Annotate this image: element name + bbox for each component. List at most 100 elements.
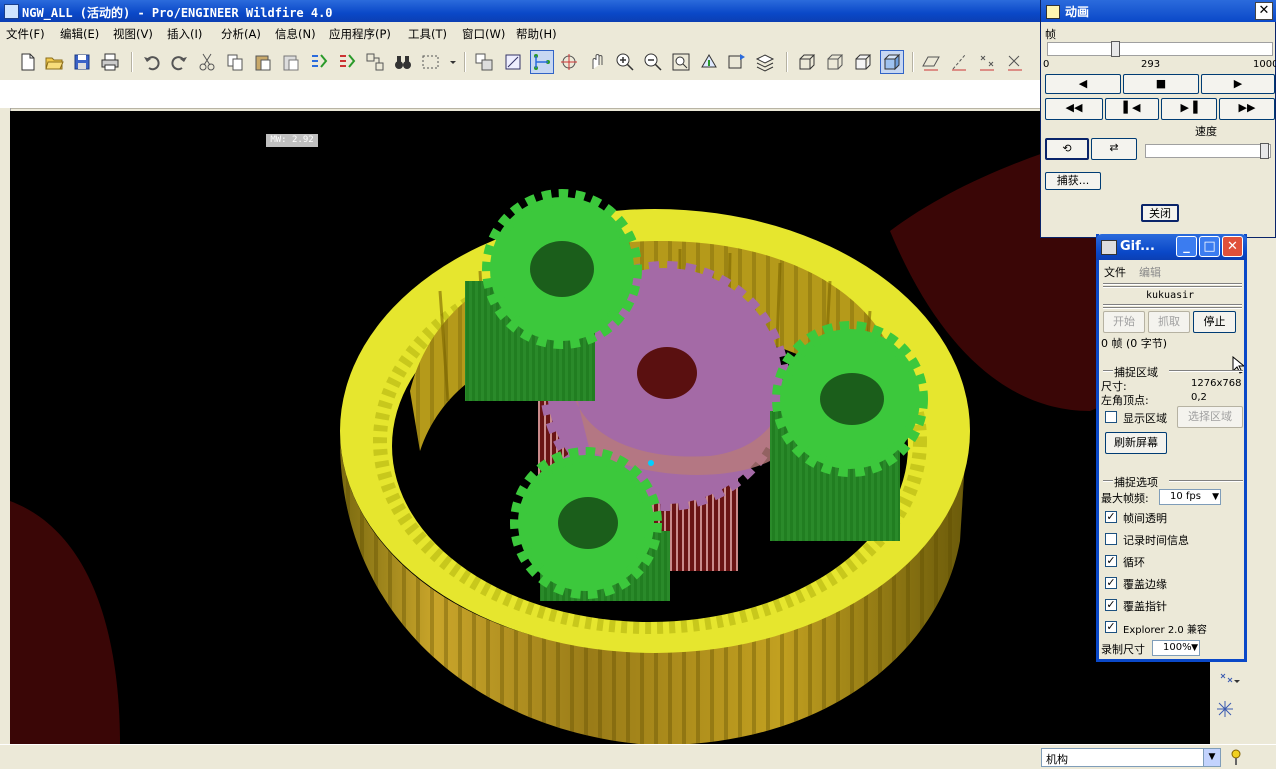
layers-icon[interactable] bbox=[754, 51, 776, 73]
paste-icon[interactable] bbox=[252, 51, 274, 73]
regen-manager-icon[interactable] bbox=[336, 51, 358, 73]
play-backward-button[interactable]: ◀ bbox=[1045, 74, 1121, 94]
menu-analysis[interactable]: 分析(A) bbox=[221, 26, 261, 42]
step-back-button[interactable]: ▌◀ bbox=[1105, 98, 1159, 120]
zoom-fit-icon[interactable] bbox=[670, 51, 692, 73]
play-forward-button[interactable]: ▶ bbox=[1201, 74, 1275, 94]
option-checkbox-0[interactable]: ✓ bbox=[1105, 511, 1117, 523]
option-checkbox-2[interactable]: ✓ bbox=[1105, 555, 1117, 567]
orient-icon[interactable] bbox=[698, 51, 720, 73]
zoom-out-icon[interactable] bbox=[642, 51, 664, 73]
save-icon[interactable] bbox=[71, 51, 93, 73]
option-checkbox-1[interactable] bbox=[1105, 533, 1117, 545]
no-hidden-icon[interactable] bbox=[852, 51, 874, 73]
main-toolbar bbox=[0, 44, 1040, 81]
select-box-icon[interactable] bbox=[420, 51, 442, 73]
cut-icon[interactable] bbox=[196, 51, 218, 73]
menu-help[interactable]: 帮助(H) bbox=[516, 26, 557, 42]
gif-menu-file[interactable]: 文件 bbox=[1104, 264, 1126, 280]
wireframe-icon[interactable] bbox=[796, 51, 818, 73]
saved-views-icon[interactable] bbox=[726, 51, 748, 73]
loop-mode-button[interactable]: ⟲ bbox=[1045, 138, 1089, 160]
maximize-icon[interactable]: □ bbox=[1199, 236, 1220, 257]
datum-axis-icon[interactable] bbox=[948, 51, 970, 73]
origin-label: 左角顶点: bbox=[1101, 394, 1149, 407]
mechanism-filter-select[interactable]: 机构 ▼ bbox=[1041, 748, 1221, 767]
refresh-screen-button[interactable]: 刷新屏幕 bbox=[1105, 432, 1167, 454]
frame-slider[interactable] bbox=[1047, 41, 1273, 57]
sketch-view-icon[interactable] bbox=[502, 51, 524, 73]
gif-dialog-title-bar[interactable]: Gif... _ □ ✕ bbox=[1096, 234, 1247, 260]
menu-info[interactable]: 信息(N) bbox=[275, 26, 316, 42]
option-checkbox-4[interactable]: ✓ bbox=[1105, 599, 1117, 611]
gif-recorder-dialog: Gif... _ □ ✕ 文件 编辑 kukuasir 开始 抓取 停止 0 帧… bbox=[1096, 234, 1247, 662]
record-size-dropdown[interactable]: 100% ▼ bbox=[1152, 640, 1200, 656]
option-checkbox-5[interactable]: ✓ bbox=[1105, 621, 1117, 633]
paste-special-icon[interactable] bbox=[280, 51, 302, 73]
capture-button[interactable]: 捕获... bbox=[1045, 172, 1101, 190]
mechanism-connect-icon[interactable] bbox=[530, 50, 554, 74]
csys-star-icon[interactable] bbox=[1214, 698, 1236, 720]
search-binoculars-icon[interactable] bbox=[392, 51, 414, 73]
step-forward-button[interactable]: ▶▐ bbox=[1161, 98, 1217, 120]
select-area-button[interactable]: 选择区域 bbox=[1177, 406, 1243, 428]
mechanism-filter-value: 机构 bbox=[1046, 753, 1068, 766]
print-icon[interactable] bbox=[99, 51, 121, 73]
chevron-down-icon[interactable]: ▼ bbox=[1203, 749, 1220, 766]
show-area-checkbox[interactable] bbox=[1105, 411, 1117, 423]
pan-hand-icon[interactable] bbox=[586, 51, 608, 73]
gif-menu-edit[interactable]: 编辑 bbox=[1139, 264, 1161, 280]
graphics-viewport[interactable] bbox=[10, 111, 1210, 745]
undo-icon[interactable] bbox=[141, 51, 163, 73]
minimize-icon[interactable]: _ bbox=[1176, 236, 1197, 257]
menu-file[interactable]: 文件(F) bbox=[6, 26, 45, 42]
menu-window[interactable]: 窗口(W) bbox=[462, 26, 505, 42]
spin-center-icon[interactable] bbox=[558, 51, 580, 73]
background-gear-left bbox=[10, 501, 120, 745]
zoom-in-icon[interactable] bbox=[614, 51, 636, 73]
datum-points-icon[interactable] bbox=[1218, 670, 1240, 692]
close-button[interactable]: 关闭 bbox=[1141, 204, 1179, 222]
frame-min-label: 0 bbox=[1043, 59, 1050, 70]
menu-insert[interactable]: 插入(I) bbox=[167, 26, 202, 42]
speed-slider-thumb[interactable] bbox=[1260, 143, 1269, 159]
menu-edit[interactable]: 编辑(E) bbox=[60, 26, 99, 42]
open-folder-icon[interactable] bbox=[43, 51, 65, 73]
reverse-mode-button[interactable]: ⇄ bbox=[1091, 138, 1137, 160]
max-fps-dropdown[interactable]: 10 fps ▼ bbox=[1159, 489, 1221, 505]
copy-icon[interactable] bbox=[224, 51, 246, 73]
chevron-down-icon[interactable] bbox=[442, 51, 456, 73]
start-button[interactable]: 开始 bbox=[1103, 311, 1145, 333]
main-title-bar[interactable]: NGW_ALL (活动的) - Pro/ENGINEER Wildfire 4.… bbox=[0, 0, 1040, 22]
rewind-button[interactable]: ◀◀ bbox=[1045, 98, 1103, 120]
stop-button[interactable]: ■ bbox=[1123, 74, 1199, 94]
window-title: NGW_ALL (活动的) - Pro/ENGINEER Wildfire 4.… bbox=[22, 6, 333, 20]
window-tile-icon[interactable] bbox=[473, 51, 495, 73]
animation-dialog-title-bar[interactable]: 动画 ✕ bbox=[1041, 0, 1276, 22]
regenerate-icon[interactable] bbox=[308, 51, 330, 73]
datum-point-icon[interactable] bbox=[976, 51, 998, 73]
stop-recording-button[interactable]: 停止 bbox=[1193, 311, 1236, 333]
animation-dialog-icon bbox=[1046, 5, 1060, 19]
datum-plane-icon[interactable] bbox=[920, 51, 942, 73]
toolbar-overflow[interactable] bbox=[1030, 51, 1040, 73]
menu-tools[interactable]: 工具(T) bbox=[408, 26, 447, 42]
option-checkbox-3[interactable]: ✓ bbox=[1105, 577, 1117, 589]
close-icon[interactable]: ✕ bbox=[1222, 236, 1243, 257]
grab-button[interactable]: 抓取 bbox=[1148, 311, 1190, 333]
speed-slider[interactable] bbox=[1145, 143, 1271, 159]
shading-icon[interactable] bbox=[880, 50, 904, 74]
option-label-4: 覆盖指针 bbox=[1123, 600, 1167, 613]
frame-slider-thumb[interactable] bbox=[1111, 41, 1120, 57]
menu-applications[interactable]: 应用程序(P) bbox=[329, 26, 391, 42]
hidden-line-icon[interactable] bbox=[824, 51, 846, 73]
close-icon[interactable]: ✕ bbox=[1255, 2, 1273, 20]
model-tree-icon[interactable] bbox=[364, 51, 386, 73]
redo-icon[interactable] bbox=[168, 51, 190, 73]
option-label-3: 覆盖边缘 bbox=[1123, 578, 1167, 591]
menu-view[interactable]: 视图(V) bbox=[113, 26, 153, 42]
animation-dialog: 动画 ✕ 帧 0 293 1000 ◀ ■ ▶ ◀◀ ▌◀ ▶▐ ▶▶ 速度 ⟲… bbox=[1040, 0, 1276, 238]
csys-icon[interactable] bbox=[1004, 51, 1026, 73]
new-file-icon[interactable] bbox=[16, 51, 38, 73]
fast-forward-button[interactable]: ▶▶ bbox=[1219, 98, 1275, 120]
